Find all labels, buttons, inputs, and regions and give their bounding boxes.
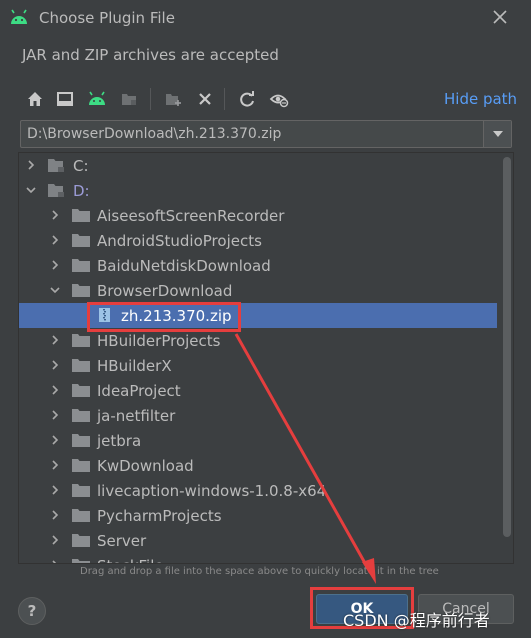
annotation-arrow (234, 333, 376, 584)
watermark: CSDN @程序前行者 (343, 611, 490, 630)
